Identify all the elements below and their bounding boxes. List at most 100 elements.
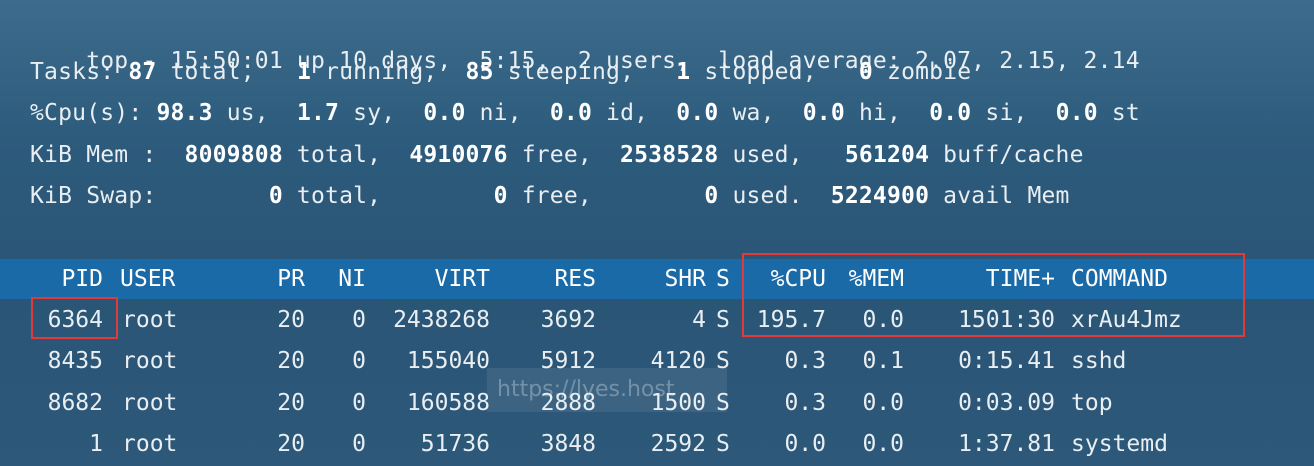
mem-label: KiB Mem : bbox=[30, 142, 185, 168]
tasks-zombie-label: zombie bbox=[872, 59, 972, 85]
swap-line: KiB Swap: 0 total, 0 free, 0 used. 52249… bbox=[30, 181, 1070, 211]
cpu-id-label: id, bbox=[592, 100, 677, 126]
cell-state: S bbox=[716, 307, 730, 333]
cell-res: 3848 bbox=[540, 431, 596, 457]
cell-ni: 0 bbox=[352, 390, 366, 416]
cell-pid: 8435 bbox=[47, 348, 103, 374]
uptime-line: top - 15:50:01 up 10 days, 5:15, 2 users… bbox=[30, 16, 1140, 74]
cell-shr: 4 bbox=[692, 307, 706, 333]
mem-used-label: used, bbox=[718, 142, 845, 168]
cell-virt: 2438268 bbox=[393, 307, 490, 333]
swap-label: KiB Swap: bbox=[30, 183, 269, 209]
header-time[interactable]: TIME+ bbox=[920, 260, 1055, 298]
process-table-header: PID USER PR NI VIRT RES SHR S %CPU %MEM … bbox=[0, 259, 1314, 299]
mem-total-label: total, bbox=[282, 142, 410, 168]
header-command[interactable]: COMMAND bbox=[1071, 260, 1221, 298]
header-virt[interactable]: VIRT bbox=[378, 260, 490, 298]
cell-time: 0:03.09 bbox=[958, 390, 1055, 416]
cell-user: root bbox=[122, 431, 178, 457]
mem-cache: 561204 bbox=[844, 142, 930, 168]
cpu-label: %Cpu(s): bbox=[30, 100, 157, 126]
header-ni[interactable]: NI bbox=[320, 260, 366, 298]
header-pid[interactable]: PID bbox=[20, 260, 103, 298]
cpu-id: 0.0 bbox=[549, 100, 592, 126]
cell-mem: 0.0 bbox=[862, 307, 904, 333]
swap-used: 0 bbox=[704, 183, 719, 209]
cell-time: 0:15.41 bbox=[958, 348, 1055, 374]
mem-free: 4910076 bbox=[409, 142, 508, 168]
cpu-us: 98.3 bbox=[156, 100, 213, 126]
tasks-zombie: 0 bbox=[858, 59, 873, 85]
tasks-running-label: running, bbox=[311, 59, 466, 85]
cpu-sy-label: sy, bbox=[339, 100, 424, 126]
cell-cpu: 0.3 bbox=[784, 390, 826, 416]
swap-total-label: total, bbox=[282, 183, 494, 209]
cell-ni: 0 bbox=[352, 348, 366, 374]
cell-user: root bbox=[122, 307, 178, 333]
cpu-wa: 0.0 bbox=[676, 100, 719, 126]
tasks-stopped-label: stopped, bbox=[690, 59, 859, 85]
header-pr[interactable]: PR bbox=[240, 260, 305, 298]
swap-total: 0 bbox=[268, 183, 283, 209]
terminal-window[interactable]: top - 15:50:01 up 10 days, 5:15, 2 users… bbox=[0, 0, 1314, 466]
cell-virt: 155040 bbox=[406, 348, 490, 374]
cell-command: systemd bbox=[1071, 431, 1168, 457]
tasks-stopped: 1 bbox=[676, 59, 691, 85]
cell-cpu: 0.0 bbox=[784, 431, 826, 457]
swap-avail: 5224900 bbox=[830, 183, 930, 209]
cpu-us-label: us, bbox=[212, 100, 297, 126]
header-shr[interactable]: SHR bbox=[610, 260, 706, 298]
cell-user: root bbox=[122, 390, 178, 416]
cpu-ni: 0.0 bbox=[423, 100, 466, 126]
tasks-line: Tasks: 87 total, 1 running, 85 sleeping,… bbox=[30, 57, 971, 87]
cell-command: xrAu4Jmz bbox=[1071, 307, 1182, 333]
tasks-label: Tasks: bbox=[30, 59, 129, 85]
tasks-total: 87 bbox=[128, 59, 157, 85]
cell-ni: 0 bbox=[352, 307, 366, 333]
process-row[interactable]: 6364 root 20 0 2438268 3692 4 S 195.7 0.… bbox=[0, 301, 1314, 341]
cell-virt: 160588 bbox=[406, 390, 490, 416]
cell-mem: 0.0 bbox=[862, 431, 904, 457]
cell-virt: 51736 bbox=[420, 431, 490, 457]
tasks-running: 1 bbox=[296, 59, 311, 85]
cpu-st: 0.0 bbox=[1055, 100, 1098, 126]
watermark: https://lyes.host bbox=[487, 368, 727, 412]
cpu-hi-label: hi, bbox=[844, 100, 930, 126]
process-row[interactable]: 1 root 20 0 51736 3848 2592 S 0.0 0.0 1:… bbox=[0, 425, 1314, 465]
cpu-ni-label: ni, bbox=[465, 100, 550, 126]
cell-cpu: 0.3 bbox=[784, 348, 826, 374]
cpu-si-label: si, bbox=[971, 100, 1056, 126]
cell-time: 1501:30 bbox=[958, 307, 1055, 333]
cell-user: root bbox=[122, 348, 178, 374]
cpu-hi: 0.0 bbox=[802, 100, 845, 126]
cell-command: top bbox=[1071, 390, 1113, 416]
tasks-sleeping-label: sleeping, bbox=[493, 59, 677, 85]
cell-pr: 20 bbox=[277, 307, 305, 333]
cell-time: 1:37.81 bbox=[958, 431, 1055, 457]
mem-cache-label: buff/cache bbox=[929, 142, 1084, 168]
swap-free-label: free, bbox=[507, 183, 705, 209]
mem-free-label: free, bbox=[507, 142, 621, 168]
mem-used: 2538528 bbox=[620, 142, 719, 168]
swap-free: 0 bbox=[493, 183, 508, 209]
cell-pid: 6364 bbox=[47, 307, 103, 333]
header-state[interactable]: S bbox=[716, 260, 736, 298]
header-res[interactable]: RES bbox=[500, 260, 596, 298]
header-mem[interactable]: %MEM bbox=[830, 260, 904, 298]
cell-command: sshd bbox=[1071, 348, 1127, 374]
cpu-sy: 1.7 bbox=[296, 100, 340, 126]
cpu-st-label: st bbox=[1097, 100, 1140, 126]
header-user[interactable]: USER bbox=[120, 260, 200, 298]
cell-ni: 0 bbox=[352, 431, 366, 457]
cell-pr: 20 bbox=[277, 348, 305, 374]
header-cpu[interactable]: %CPU bbox=[746, 260, 826, 298]
cell-pr: 20 bbox=[277, 431, 305, 457]
cell-state: S bbox=[716, 431, 730, 457]
mem-total: 8009808 bbox=[184, 142, 283, 168]
cell-res: 3692 bbox=[540, 307, 596, 333]
tasks-sleeping: 85 bbox=[465, 59, 494, 85]
cell-mem: 0.0 bbox=[862, 390, 904, 416]
cell-pid: 8682 bbox=[47, 390, 103, 416]
swap-avail-label: avail Mem bbox=[929, 183, 1070, 209]
cell-pid: 1 bbox=[89, 431, 103, 457]
